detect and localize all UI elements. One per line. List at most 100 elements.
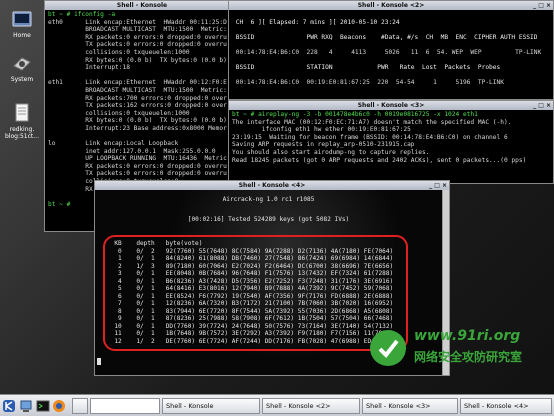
shield-logo-icon bbox=[370, 330, 406, 366]
terminal-line: UP LOOPBACK RUNNING MTU:16436 Metric bbox=[48, 155, 227, 163]
home-icon-label: Home bbox=[13, 32, 31, 39]
taskbar-item-label: Shell - Konsole <2> bbox=[266, 402, 331, 410]
taskbar-search-input[interactable] bbox=[90, 398, 160, 414]
taskbar-item-konsole-2[interactable]: Shell - Konsole <2> bbox=[262, 398, 360, 414]
aircrack-status: [00:02:16] Tested 524289 keys (got 5082 … bbox=[187, 216, 350, 223]
terminal-line: Read 18245 packets (got 0 ARP requests a… bbox=[232, 156, 527, 164]
key-table-header: KB depth byte(vote) bbox=[107, 240, 203, 247]
terminal-line: bt ~ # ifconfig -a bbox=[48, 11, 116, 18]
taskbar-item-label: Shell - Konsole <3> bbox=[366, 402, 431, 410]
terminal-line: RX packets:700 errors:0 dropped:0 over bbox=[48, 94, 227, 102]
terminal-line: TX packets:0 errors:0 dropped:0 overru bbox=[48, 170, 227, 178]
home-desktop-icon[interactable]: Home bbox=[2, 8, 42, 39]
window-controls[interactable]: _ □ × bbox=[533, 2, 551, 9]
watermark-url: www.91ri.org bbox=[414, 328, 521, 344]
key-byte-table: KB depth byte(vote) 0 0/ 2 92(7760) 55(7… bbox=[107, 240, 393, 345]
window-titlebar[interactable]: Shell - Konsole bbox=[45, 1, 239, 10]
window-titlebar[interactable]: Shell - Konsole <4> _ □ × bbox=[95, 181, 449, 190]
terminal-line: 23:19:15 Waiting for beacon frame (BSSID… bbox=[232, 133, 508, 141]
window-title: Shell - Konsole bbox=[116, 2, 168, 9]
key-table-row: 0 0/ 2 92(7760) 55(7648) 8C(7584) 9A(728… bbox=[107, 247, 394, 255]
taskbar-item-konsole-4[interactable]: Shell - Konsole <4> bbox=[460, 398, 552, 414]
watermark: www.91ri.org 网络安全攻防研究室 bbox=[354, 322, 554, 372]
window-titlebar[interactable]: Shell - Konsole <3> _ □ × bbox=[229, 101, 553, 110]
terminal-line: TX packets:0 errors:0 dropped:0 overru bbox=[48, 41, 227, 49]
terminal-output[interactable]: CH 6 ][ Elapsed: 7 mins ][ 2010-05-10 23… bbox=[229, 10, 553, 88]
key-table-row: 2 1/ 3 89(7180) 60(7064) E2(7024) F2(646… bbox=[107, 262, 394, 270]
redking-icon-label: redking. blog:51ct... bbox=[5, 126, 39, 140]
taskbar: Shell - Konsole Shell - Konsole <2> Shel… bbox=[0, 394, 554, 416]
home-icon bbox=[12, 11, 32, 27]
terminal-line: collisions:0 txqueuelen:1000 bbox=[48, 48, 190, 56]
terminal-icon[interactable] bbox=[36, 399, 50, 413]
terminal-output[interactable]: bt ~ # aireplay-ng -3 -b 001478e4b6c0 -h… bbox=[229, 110, 553, 165]
terminal-line: inet addr:127.0.0.1 Mask:255.0.0.0 bbox=[48, 147, 216, 155]
terminal-line: BROADCAST MULTICAST MTU:1500 Metric: bbox=[48, 26, 227, 34]
k-menu-icon[interactable] bbox=[2, 399, 16, 413]
key-table-row: 11 0/ 1 1B(7648) 9B(7572) 3E(7292) A3(73… bbox=[107, 330, 394, 337]
terminal-line: RX packets:0 errors:0 dropped:0 overru bbox=[48, 33, 227, 41]
taskbar-item-label: Shell - Konsole bbox=[166, 402, 214, 410]
terminal-line: BSSID PWR RXQ Beacons #Data, #/s CH MB E… bbox=[232, 33, 538, 41]
terminal-cursor bbox=[97, 358, 101, 365]
terminal-line: RX bytes:0 (0.0 b) TX bytes:0 (0.0 b) bbox=[48, 117, 227, 125]
key-table-row: 12 1/ 2 DE(7760) 6E(7724) AF(7244) DD(71… bbox=[107, 337, 394, 345]
window-controls[interactable]: _ □ × bbox=[533, 102, 551, 109]
terminal-line: 00:14:78:E4:B6:C0 00:19:E0:81:67:25 220 … bbox=[232, 79, 504, 87]
key-table-row: 9 0/ 1 87(8236) 25(7988) 58(7908) 6F(761… bbox=[107, 315, 394, 322]
window-titlebar[interactable]: Shell - Konsole <2> _ □ × bbox=[229, 1, 553, 10]
key-table-row: 3 0/ 1 EE(8048) 0B(7684) 96(7648) F1(757… bbox=[107, 270, 394, 277]
terminal-line: RX packets:0 errors:0 dropped:0 overru bbox=[48, 162, 227, 170]
taskbar-item-label: Shell - Konsole <4> bbox=[464, 402, 529, 410]
aircrack-version: Aircrack-ng 1.0 rc1 r1085 bbox=[222, 196, 315, 203]
key-table-row: 8 0/ 1 83(7944) 6E(7720) 8F(7544) 5A(739… bbox=[107, 307, 394, 315]
system-icon bbox=[13, 57, 31, 71]
terminal-line: TX packets:162 errors:0 dropped:0 over bbox=[48, 102, 227, 110]
key-table-row: 6 0/ 1 EE(8524) F6(7792) 19(7540) AF(735… bbox=[107, 292, 394, 300]
terminal-line: RX bytes:0 (0.0 b) TX bytes:0 (0.0 b) bbox=[48, 56, 227, 64]
key-table-row: 5 0/ 1 64(8416) E3(8016) 12(7940) B9(788… bbox=[107, 285, 394, 292]
terminal-line: Saving ARP requests in replay_arp-0510-2… bbox=[232, 141, 415, 149]
terminal-line: You should also start airodump-ng to cap… bbox=[232, 148, 430, 156]
watermark-caption: 网络安全攻防研究室 bbox=[414, 350, 523, 364]
window-title: Shell - Konsole <3> bbox=[357, 102, 425, 109]
taskbar-item-konsole-3[interactable]: Shell - Konsole <3> bbox=[362, 398, 458, 414]
window-title: Shell - Konsole <2> bbox=[357, 2, 425, 9]
konsole-window-3[interactable]: Shell - Konsole <3> _ □ × bt ~ # airepla… bbox=[228, 100, 554, 184]
terminal-line: 00:14:78:E4:B6:C0 228 4 4113 5026 11 6 5… bbox=[232, 48, 542, 56]
terminal-line: eth1 Link encap:Ethernet HWaddr 00:12:F0… bbox=[48, 79, 227, 87]
window-title: Shell - Konsole <4> bbox=[238, 182, 306, 189]
taskbar-item-konsole-1[interactable]: Shell - Konsole bbox=[162, 398, 260, 414]
key-table-row: 1 0/ 1 84(8240) 61(8088) DB(7460) 27(754… bbox=[107, 255, 394, 262]
document-icon bbox=[15, 103, 29, 122]
terminal-line: lo Link encap:Local Loopback bbox=[48, 140, 179, 148]
terminal-line: eth0 Link encap:Ethernet HWaddr 00:11:25… bbox=[48, 18, 227, 26]
system-desktop-icon[interactable]: System bbox=[2, 52, 42, 83]
browser-icon[interactable] bbox=[52, 399, 66, 413]
terminal-line: CH 6 ][ Elapsed: 7 mins ][ 2010-05-10 23… bbox=[232, 18, 400, 26]
redking-desktop-icon[interactable]: redking. blog:51ct... bbox=[2, 102, 42, 140]
key-table-row: 4 0/ 1 B6(8236) A3(7428) D5(7356) E2(725… bbox=[107, 277, 394, 285]
key-table-row: 10 0/ 1 DD(7760) 39(7724) 24(7648) 50(75… bbox=[107, 322, 394, 330]
system-icon-label: System bbox=[10, 76, 34, 83]
terminal-line: BROADCAST MULTICAST MTU:1500 Metric: bbox=[48, 86, 227, 94]
terminal-line: The interface MAC (00:12:F0:EC:71:A7) do… bbox=[232, 118, 512, 126]
terminal-line: BSSID STATION PWR Rate Lost Packets Prob… bbox=[232, 64, 501, 72]
terminal-line: ifconfig eth1 hw ether 00:19:E0:81:67:25 bbox=[232, 126, 411, 134]
desktop: Home System redking. blog:51ct... Shell … bbox=[0, 0, 554, 394]
konsole-window-2[interactable]: Shell - Konsole <2> _ □ × CH 6 ][ Elapse… bbox=[228, 0, 554, 100]
key-table-row: 7 0/ 1 12(8236) 6A(7320) B3(7172) 21(710… bbox=[107, 300, 394, 307]
terminal-line: Interrupt:23 Base address:0x8000 Memor bbox=[48, 124, 227, 132]
terminal-line: bt ~ # aireplay-ng -3 -b 001478e4b6c0 -h… bbox=[232, 111, 478, 118]
window-controls[interactable]: _ □ × bbox=[429, 182, 447, 189]
desktop-icon[interactable] bbox=[19, 399, 33, 413]
terminal-line: collisions:0 txqueuelen:1000 bbox=[48, 109, 190, 117]
pager-button[interactable] bbox=[72, 398, 88, 414]
